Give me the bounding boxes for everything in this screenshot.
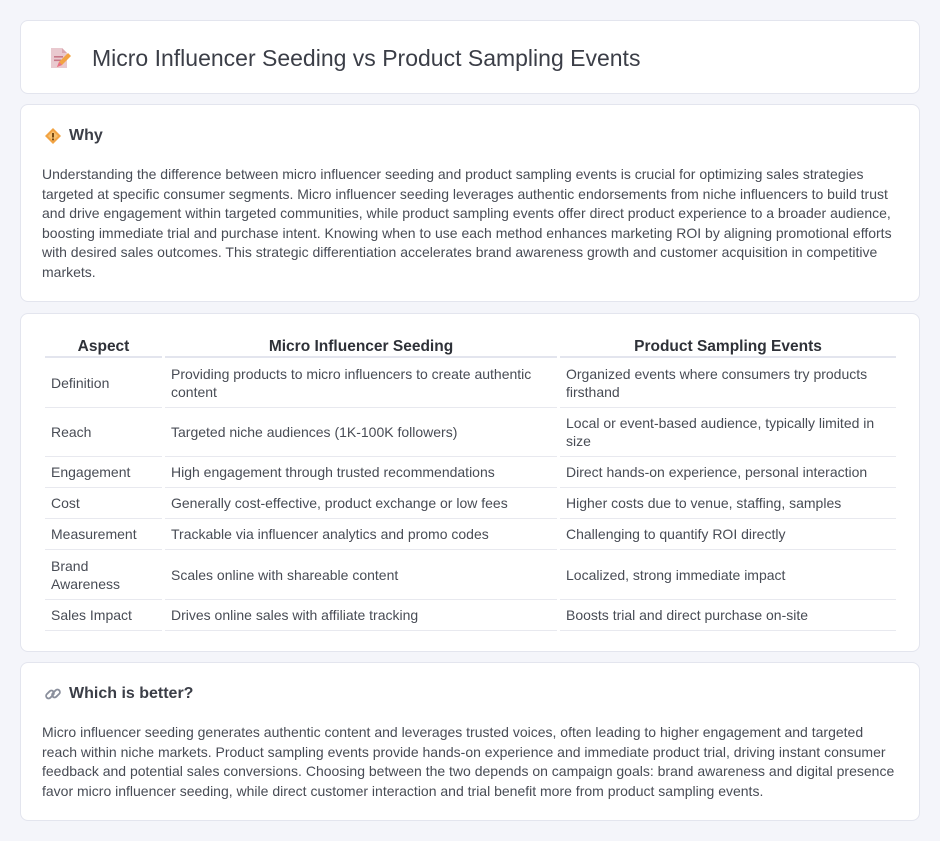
aspect-cell: Definition bbox=[45, 358, 162, 408]
sampling-cell: Boosts trial and direct purchase on-site bbox=[560, 600, 896, 631]
diamond-sign-icon bbox=[45, 128, 61, 144]
aspect-cell: Brand Awareness bbox=[45, 550, 162, 600]
seeding-cell: Drives online sales with affiliate track… bbox=[165, 600, 557, 631]
table-row: Brand Awareness Scales online with share… bbox=[45, 550, 896, 600]
table-row: Sales Impact Drives online sales with af… bbox=[45, 600, 896, 631]
sampling-cell: Higher costs due to venue, staffing, sam… bbox=[560, 488, 896, 519]
header-micro-influencer-seeding: Micro Influencer Seeding bbox=[165, 335, 557, 358]
title-row: Micro Influencer Seeding vs Product Samp… bbox=[46, 21, 640, 95]
header-product-sampling-events: Product Sampling Events bbox=[560, 335, 896, 358]
table-row: Measurement Trackable via influencer ana… bbox=[45, 519, 896, 550]
table-row: Reach Targeted niche audiences (1K-100K … bbox=[45, 408, 896, 457]
aspect-cell: Engagement bbox=[45, 457, 162, 488]
aspect-cell: Cost bbox=[45, 488, 162, 519]
sampling-cell: Organized events where consumers try pro… bbox=[560, 358, 896, 408]
table-row: Cost Generally cost-effective, product e… bbox=[45, 488, 896, 519]
seeding-cell: Trackable via influencer analytics and p… bbox=[165, 519, 557, 550]
seeding-cell: Generally cost-effective, product exchan… bbox=[165, 488, 557, 519]
sampling-cell: Localized, strong immediate impact bbox=[560, 550, 896, 600]
which-is-better-section: Which is better? Micro influencer seedin… bbox=[20, 662, 920, 821]
comparison-table-card: Aspect Micro Influencer Seeding Product … bbox=[20, 313, 920, 652]
why-heading-row: Why bbox=[44, 127, 103, 145]
aspect-cell: Measurement bbox=[45, 519, 162, 550]
aspect-cell: Reach bbox=[45, 408, 162, 457]
better-text: Micro influencer seeding generates authe… bbox=[42, 724, 895, 799]
sampling-cell: Challenging to quantify ROI directly bbox=[560, 519, 896, 550]
header-aspect: Aspect bbox=[45, 335, 162, 358]
why-heading: Why bbox=[69, 127, 103, 144]
seeding-cell: Providing products to micro influencers … bbox=[165, 358, 557, 408]
table-header-row: Aspect Micro Influencer Seeding Product … bbox=[45, 335, 896, 358]
document-pen-icon bbox=[51, 48, 71, 68]
sampling-cell: Direct hands-on experience, personal int… bbox=[560, 457, 896, 488]
seeding-cell: High engagement through trusted recommen… bbox=[165, 457, 557, 488]
why-text: Understanding the difference between mic… bbox=[42, 166, 892, 280]
seeding-cell: Scales online with shareable content bbox=[165, 550, 557, 600]
better-heading: Which is better? bbox=[69, 685, 194, 702]
page-title: Micro Influencer Seeding vs Product Samp… bbox=[92, 44, 641, 71]
better-heading-row: Which is better? bbox=[44, 685, 193, 703]
link-icon bbox=[45, 688, 61, 700]
seeding-cell: Targeted niche audiences (1K-100K follow… bbox=[165, 408, 557, 457]
sampling-cell: Local or event-based audience, typically… bbox=[560, 408, 896, 457]
table-row: Engagement High engagement through trust… bbox=[45, 457, 896, 488]
table-row: Definition Providing products to micro i… bbox=[45, 358, 896, 408]
comparison-table: Aspect Micro Influencer Seeding Product … bbox=[42, 335, 899, 631]
why-section: Why Understanding the difference between… bbox=[20, 104, 920, 302]
aspect-cell: Sales Impact bbox=[45, 600, 162, 631]
header-card: Micro Influencer Seeding vs Product Samp… bbox=[20, 20, 920, 94]
